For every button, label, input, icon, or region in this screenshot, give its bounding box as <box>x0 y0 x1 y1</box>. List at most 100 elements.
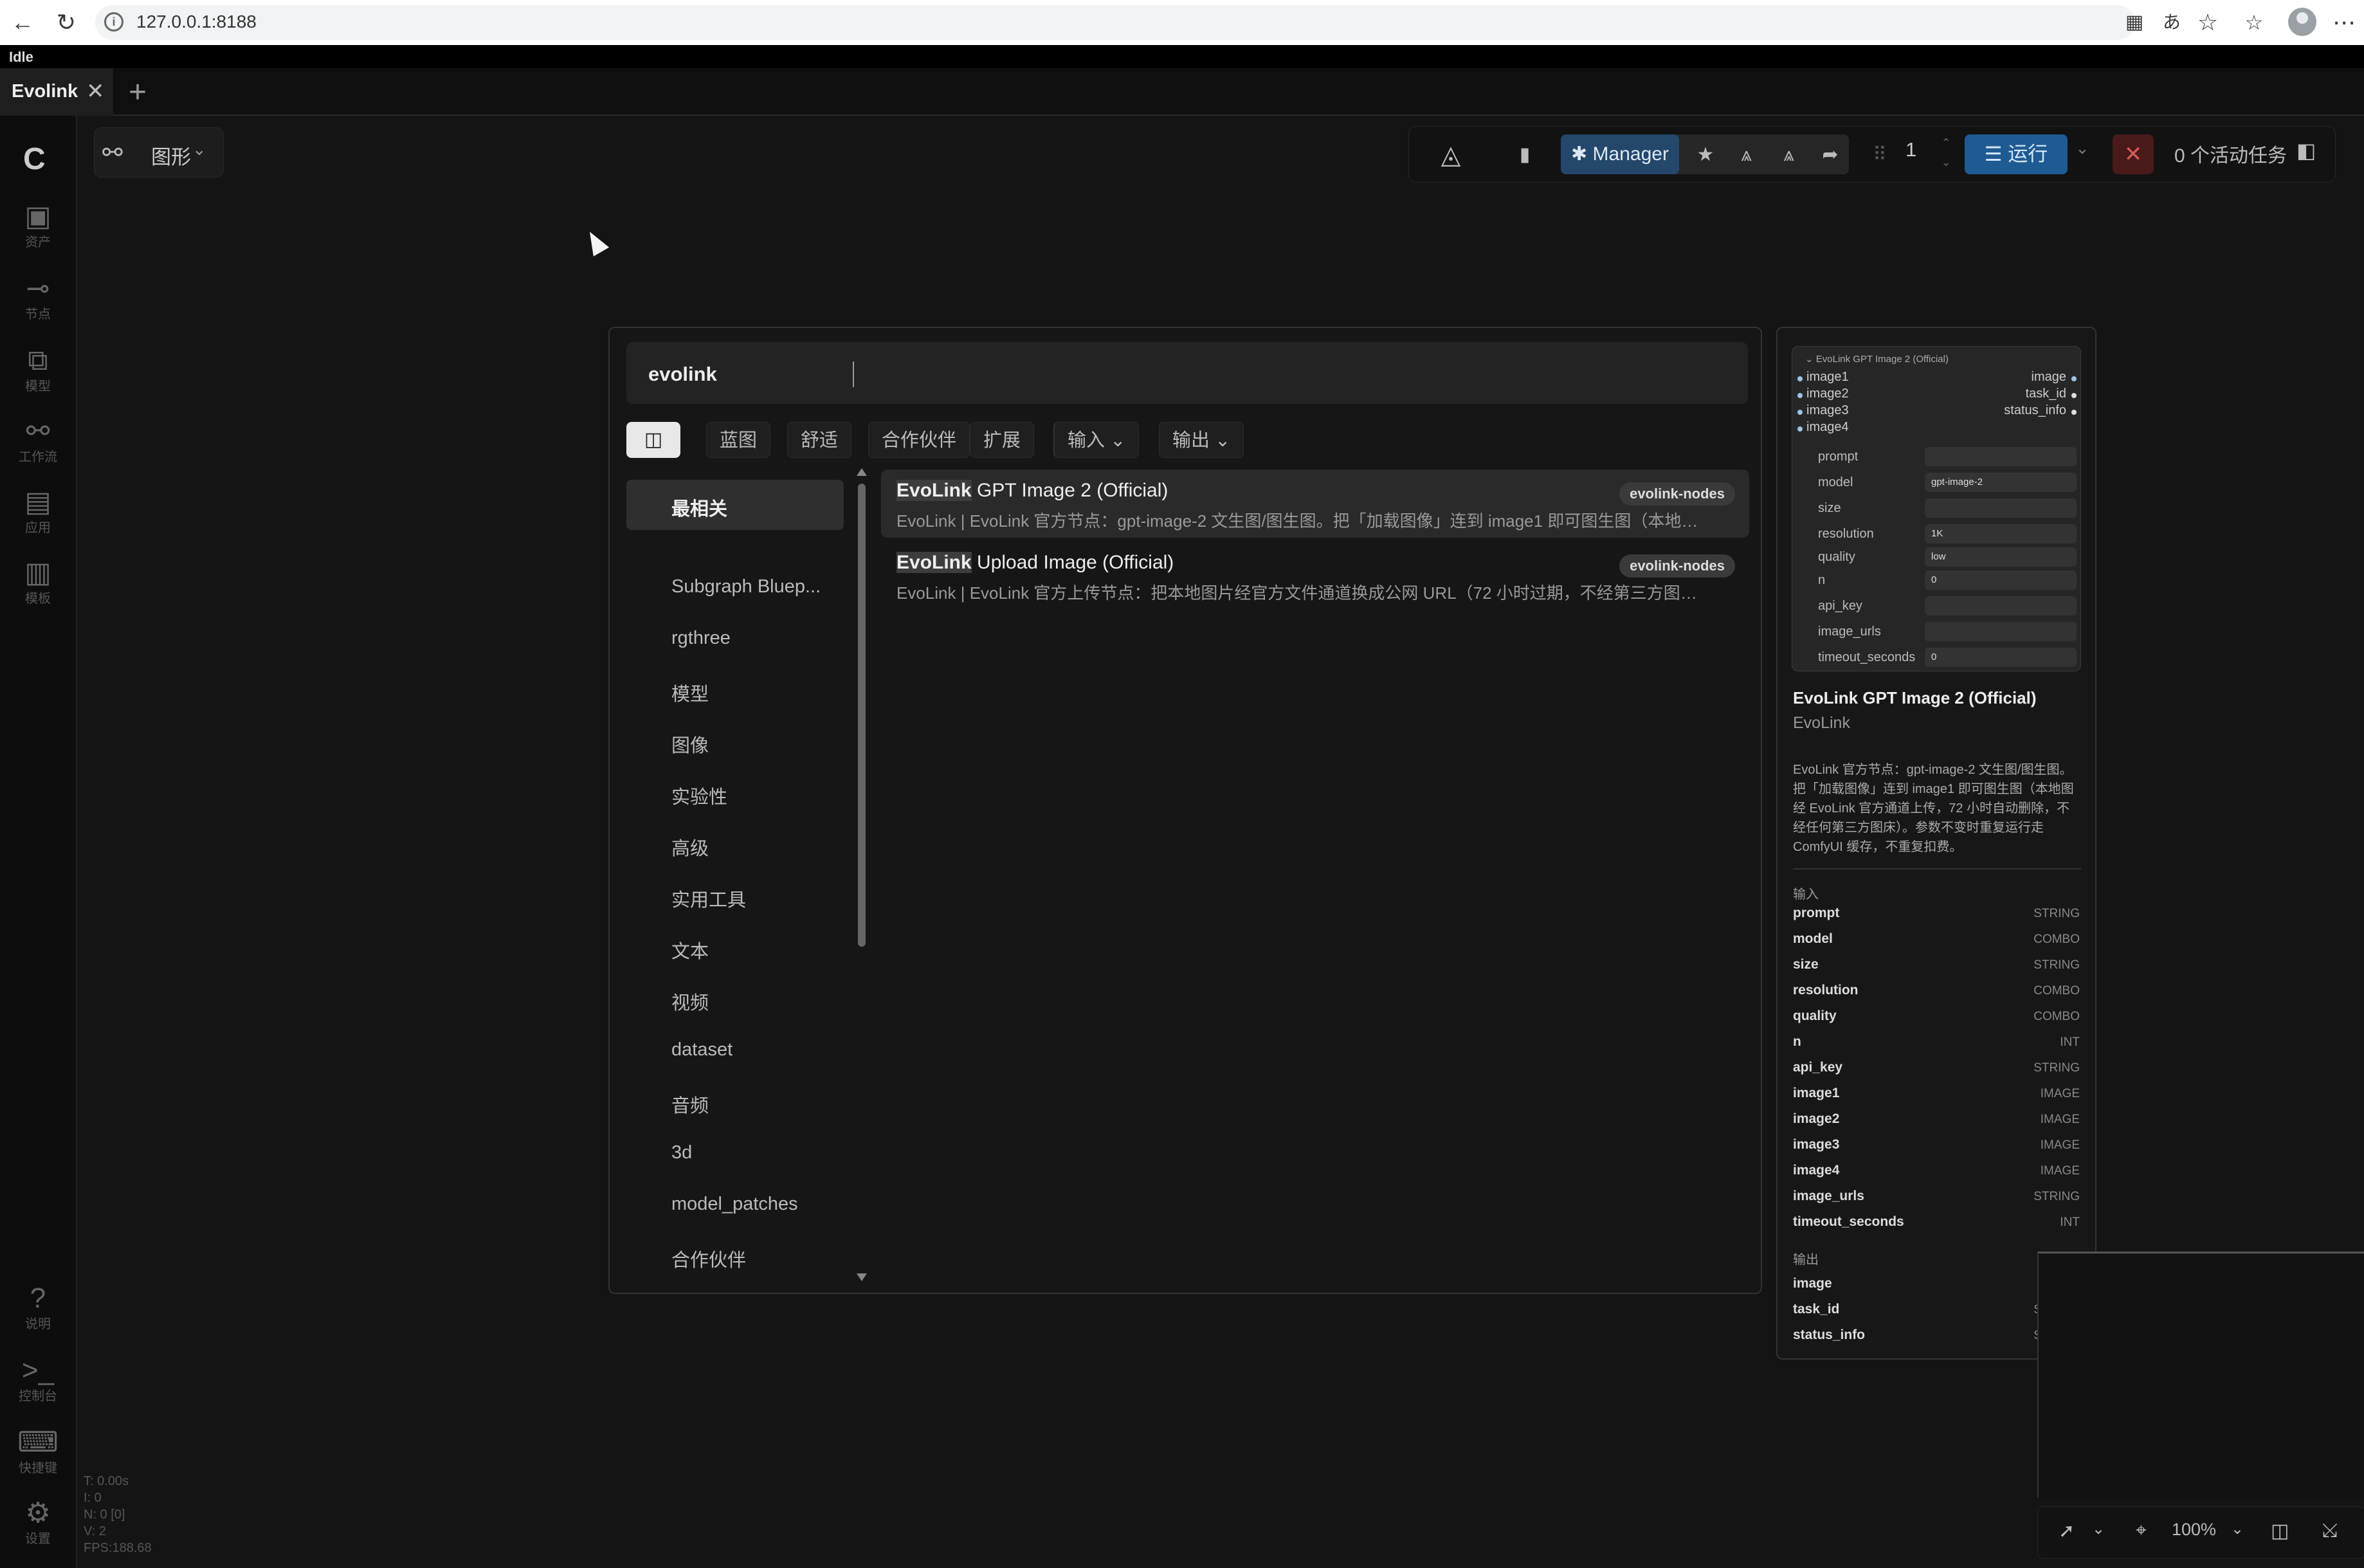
filter-extension[interactable]: 扩展 <box>970 422 1035 458</box>
share-icon[interactable]: ➦ <box>1814 137 1846 173</box>
minimap-toggle-icon[interactable]: ◫ <box>2271 1520 2289 1542</box>
category-item[interactable]: 3d <box>671 1142 692 1163</box>
filter-output-dropdown[interactable]: 输出 ⌄ <box>1159 422 1244 458</box>
graph-mode-menu[interactable]: ⚯ 图形 ⌄ <box>94 127 224 178</box>
input-type: STRING <box>2033 1190 2080 1203</box>
filter-comfy[interactable]: 舒适 <box>787 422 852 458</box>
bookmark-star-icon[interactable]: ☆ <box>2192 6 2224 39</box>
category-item[interactable]: 实用工具 <box>671 885 746 912</box>
category-item[interactable]: model_patches <box>671 1194 798 1215</box>
sidebar-item-console[interactable]: >_ 控制台 <box>0 1353 76 1405</box>
fit-view-icon[interactable]: ⌖ <box>2136 1520 2147 1542</box>
inputs-section-title: 输入 <box>1793 888 1819 902</box>
back-icon[interactable]: ← <box>6 6 39 39</box>
model-upload-icon[interactable]: ⩓ <box>1773 137 1805 173</box>
filter-input-label: 输入 <box>1068 430 1105 451</box>
sidebar-item-templates[interactable]: ▥ 模板 <box>0 556 76 607</box>
minimap[interactable] <box>2037 1252 2364 1498</box>
close-icon[interactable]: ✕ <box>86 78 105 104</box>
more-menu-icon[interactable]: ⋯ <box>2328 6 2360 39</box>
output-name: status_info <box>1793 1327 1866 1342</box>
input-type: INT <box>2060 1216 2080 1229</box>
category-item[interactable]: rgthree <box>671 628 731 649</box>
add-tab-icon[interactable]: + <box>129 75 147 110</box>
profile-avatar[interactable] <box>2288 8 2316 36</box>
scroll-up-icon[interactable] <box>857 468 867 476</box>
zoom-level[interactable]: 100% <box>2172 1520 2216 1540</box>
terminal-icon: >_ <box>21 1354 55 1386</box>
filter-input-dropdown[interactable]: 输入 ⌄ <box>1053 422 1140 458</box>
category-item[interactable]: 高级 <box>671 834 709 861</box>
sidebar-item-label: 快捷键 <box>19 1461 57 1475</box>
sidebar-item-assets[interactable]: ▣ 资产 <box>0 199 76 251</box>
sidebar-item-apps[interactable]: ▤ 应用 <box>0 485 76 536</box>
link-visibility-icon[interactable]: ⤩ <box>2322 1520 2338 1542</box>
output-slot: image <box>2031 370 2066 384</box>
filter-blueprint[interactable]: 蓝图 <box>706 422 771 458</box>
app-install-icon[interactable]: ▦ <box>2118 6 2150 39</box>
model-download-icon[interactable]: ⩓ <box>1731 137 1763 173</box>
star-icon[interactable]: ★ <box>1689 137 1722 173</box>
image-icon: ▣ <box>24 201 51 232</box>
input-name: n <box>1793 1034 1801 1049</box>
node-icon: ⊸ <box>26 273 50 304</box>
scroll-down-icon[interactable] <box>857 1273 867 1281</box>
sidebar-item-help[interactable]: ? 说明 <box>0 1281 76 1333</box>
panel-toggle-icon[interactable]: ◧ <box>2296 138 2316 163</box>
pointer-icon[interactable]: ➚ <box>2059 1520 2075 1542</box>
search-result-item[interactable]: EvoLink Upload Image (Official) evolink-… <box>881 542 1749 610</box>
category-item[interactable]: dataset <box>671 1039 732 1061</box>
category-item[interactable]: 音频 <box>671 1091 709 1118</box>
search-input[interactable]: evolink <box>626 342 1748 404</box>
tab-evolink[interactable]: Evolink ✕ <box>0 68 113 116</box>
info-icon[interactable]: i <box>104 12 123 32</box>
sidebar-item-models[interactable]: ⧉ 模型 <box>0 343 76 395</box>
comfy-logo-icon[interactable]: C <box>23 141 46 177</box>
favorites-icon[interactable]: ☆ <box>2238 6 2270 39</box>
translate-icon[interactable]: あ <box>2156 6 2188 39</box>
category-scrollbar[interactable] <box>857 466 867 1286</box>
widget-image-urls <box>1925 622 2077 641</box>
chevron-down-icon[interactable]: ⌄ <box>2092 1520 2105 1538</box>
run-button[interactable]: ☰ 运行 <box>1965 134 2068 174</box>
sidebar-item-shortcuts[interactable]: ⌨ 快捷键 <box>0 1425 76 1477</box>
cancel-run-button[interactable]: ✕ <box>2113 134 2154 174</box>
sidebar-item-label: 模型 <box>25 379 51 394</box>
input-type: STRING <box>2033 958 2080 972</box>
logo-triangle-icon[interactable]: ◬ <box>1428 137 1473 173</box>
sidebar-item-workflows[interactable]: ⚯ 工作流 <box>0 414 76 466</box>
active-tasks-button[interactable]: 0 个活动任务 <box>2174 140 2287 168</box>
perf-line: I: 0 <box>84 1491 102 1505</box>
chevron-down-icon[interactable]: ⌄ <box>2231 1520 2244 1538</box>
sidebar-item-nodes[interactable]: ⊸ 节点 <box>0 271 76 323</box>
input-name: prompt <box>1793 906 1840 920</box>
drag-handle-icon[interactable]: ⠿ <box>1867 137 1893 173</box>
reload-icon[interactable]: ↻ <box>50 6 82 39</box>
category-list: 最相关 Subgraph Bluep... rgthree 模型 图像 实验性 … <box>626 473 845 1284</box>
manager-group: ✱ Manager ★ ⩓ ⩓ ➦ <box>1561 134 1849 174</box>
address-bar[interactable]: i 127.0.0.1:8188 <box>95 5 2135 40</box>
category-item[interactable]: 文本 <box>671 936 709 963</box>
category-item[interactable]: 模型 <box>671 679 709 706</box>
input-type: STRING <box>2033 1061 2080 1075</box>
filter-partner[interactable]: 合作伙伴 <box>868 422 970 458</box>
run-options-chevron-icon[interactable]: ⌄ <box>2075 138 2089 158</box>
input-name: image4 <box>1793 1163 1840 1178</box>
scroll-thumb[interactable] <box>858 484 866 947</box>
search-result-item[interactable]: EvoLink GPT Image 2 (Official) evolink-n… <box>881 469 1749 538</box>
category-item[interactable]: 合作伙伴 <box>671 1245 746 1272</box>
sidebar-toggle-icon[interactable]: ◫ <box>626 422 680 458</box>
category-item[interactable]: 视频 <box>671 988 709 1015</box>
output-slot-dot <box>2071 410 2077 415</box>
bookmark-icon[interactable]: ▮ <box>1505 137 1544 173</box>
input-type: IMAGE <box>2040 1164 2080 1178</box>
manager-button[interactable]: ✱ Manager <box>1561 134 1679 174</box>
outputs-section-title: 输出 <box>1793 1253 1819 1267</box>
category-item-most-relevant[interactable]: 最相关 <box>626 480 844 530</box>
category-item[interactable]: 实验性 <box>671 782 727 809</box>
category-item[interactable]: 图像 <box>671 731 709 758</box>
stepper-down-icon[interactable]: ⌄ <box>1936 152 1956 188</box>
category-item[interactable]: Subgraph Bluep... <box>671 576 821 597</box>
sidebar-item-settings[interactable]: ⚙ 设置 <box>0 1496 76 1547</box>
batch-count-input[interactable]: 1 <box>1905 138 1916 161</box>
